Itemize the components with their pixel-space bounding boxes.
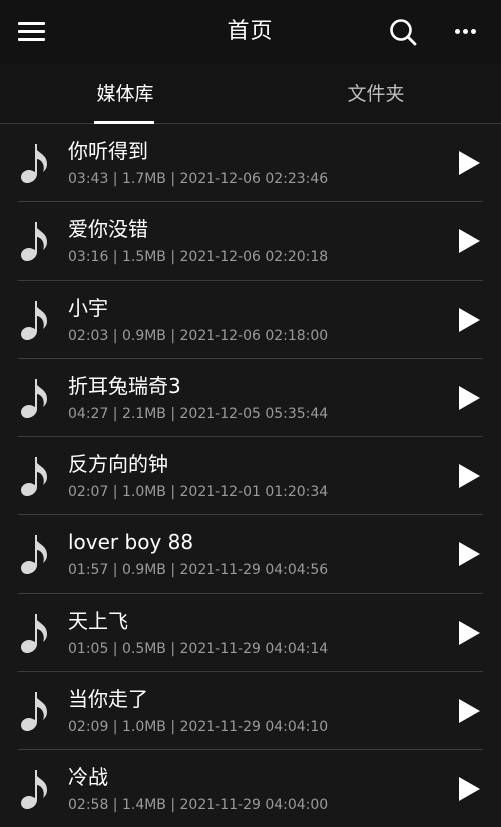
music-note-icon: [21, 613, 47, 653]
music-note-icon: [21, 222, 47, 262]
play-icon[interactable]: [456, 698, 482, 724]
song-row[interactable]: 爱你没错 03:16 | 1.5MB | 2021-12-06 02:20:18: [0, 202, 501, 281]
song-title: lover boy 88: [68, 530, 194, 555]
play-icon[interactable]: [456, 150, 482, 176]
song-row[interactable]: 小宇 02:03 | 0.9MB | 2021-12-06 02:18:00: [0, 281, 501, 360]
song-meta: 01:57 | 0.9MB | 2021-11-29 04:04:56: [68, 562, 329, 579]
song-meta: 03:43 | 1.7MB | 2021-12-06 02:23:46: [68, 171, 329, 187]
song-title: 当你走了: [68, 687, 148, 712]
more-dots-icon[interactable]: [453, 28, 479, 36]
play-icon[interactable]: [456, 776, 482, 802]
play-icon[interactable]: [456, 307, 482, 333]
song-title: 小宇: [68, 295, 108, 320]
song-title: 天上飞: [68, 608, 128, 633]
page-title: 首页: [227, 19, 274, 44]
song-meta: 02:03 | 0.9MB | 2021-12-06 02:18:00: [68, 327, 329, 344]
play-icon[interactable]: [456, 541, 482, 567]
song-title: 折耳兔瑞奇3: [68, 373, 181, 398]
song-meta: 02:58 | 1.4MB | 2021-11-29 04:04:00: [68, 797, 329, 814]
tab-media-library[interactable]: 媒体库: [0, 64, 250, 124]
song-meta: 01:05 | 0.5MB | 2021-11-29 04:04:14: [68, 640, 329, 657]
song-row[interactable]: 折耳兔瑞奇3 04:27 | 2.1MB | 2021-12-05 05:35:…: [0, 359, 501, 438]
music-note-icon: [21, 692, 47, 732]
play-icon[interactable]: [456, 463, 482, 489]
music-note-icon: [21, 535, 47, 575]
song-meta: 04:27 | 2.1MB | 2021-12-05 05:35:44: [68, 405, 329, 422]
song-meta: 02:09 | 1.0MB | 2021-11-29 04:04:10: [68, 719, 329, 736]
play-icon[interactable]: [456, 228, 482, 254]
song-title: 反方向的钟: [68, 452, 168, 477]
play-icon[interactable]: [456, 385, 482, 411]
song-meta: 02:07 | 1.0MB | 2021-12-01 01:20:34: [68, 484, 329, 501]
music-note-icon: [21, 144, 47, 183]
song-row[interactable]: 你听得到 03:43 | 1.7MB | 2021-12-06 02:23:46: [0, 124, 501, 203]
music-note-icon: [21, 378, 47, 418]
music-note-icon: [21, 770, 47, 810]
music-note-icon: [21, 457, 47, 497]
song-title: 冷战: [68, 765, 108, 790]
song-title: 你听得到: [68, 139, 148, 163]
song-meta: 03:16 | 1.5MB | 2021-12-06 02:20:18: [68, 249, 329, 266]
top-app-bar: 首页: [0, 0, 501, 64]
music-note-icon: [21, 300, 47, 340]
song-row[interactable]: 天上飞 01:05 | 0.5MB | 2021-11-29 04:04:14: [0, 594, 501, 673]
song-row[interactable]: 反方向的钟 02:07 | 1.0MB | 2021-12-01 01:20:3…: [0, 437, 501, 516]
music-app: 首页 媒体库 文件夹 你听得到 03:43 | 1.7MB | 2021-12-…: [0, 0, 501, 827]
song-row[interactable]: 当你走了 02:09 | 1.0MB | 2021-11-29 04:04:10: [0, 672, 501, 751]
song-list: 你听得到 03:43 | 1.7MB | 2021-12-06 02:23:46…: [0, 124, 501, 827]
tab-bar: 媒体库 文件夹: [0, 64, 501, 124]
song-row[interactable]: 冷战 02:58 | 1.4MB | 2021-11-29 04:04:00: [0, 750, 501, 827]
song-row[interactable]: lover boy 88 01:57 | 0.9MB | 2021-11-29 …: [0, 515, 501, 595]
tab-folders[interactable]: 文件夹: [251, 64, 501, 124]
play-icon[interactable]: [456, 620, 482, 646]
search-icon[interactable]: [389, 18, 417, 46]
song-title: 爱你没错: [68, 217, 148, 242]
